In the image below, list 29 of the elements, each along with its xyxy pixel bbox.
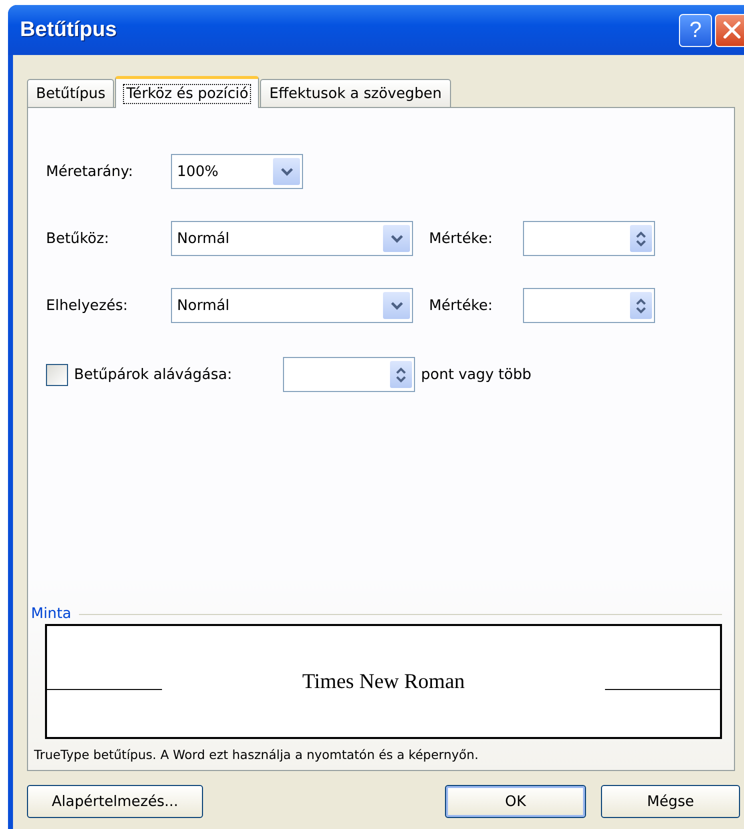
dropdown[interactable]: Normál bbox=[171, 288, 413, 323]
checkbox[interactable] bbox=[46, 364, 68, 386]
spinner-arrows-icon bbox=[630, 225, 652, 252]
unit-label: pont vagy több bbox=[421, 366, 532, 382]
window-title: Betűtípus bbox=[20, 18, 117, 42]
dialog-button[interactable]: Mégse bbox=[601, 785, 740, 818]
spin-field[interactable] bbox=[523, 288, 655, 323]
close-icon bbox=[720, 19, 742, 41]
group-label: Minta bbox=[31, 606, 72, 622]
font-note: TrueType betűtípus. A Word ezt használja a nyomtatón és a képernyőn. bbox=[34, 747, 480, 762]
sample-text: Times New Roman bbox=[302, 669, 465, 694]
tab[interactable]: Térköz és pozíció bbox=[115, 76, 260, 108]
tab[interactable]: Effektusok a szövegben bbox=[260, 79, 451, 107]
spin-field[interactable] bbox=[523, 221, 655, 256]
field-label: Betűköz: bbox=[46, 230, 110, 246]
amount-label: Mértéke: bbox=[429, 230, 494, 246]
amount-label: Mértéke: bbox=[429, 298, 494, 314]
scale-dropdown[interactable]: 100% bbox=[171, 154, 303, 189]
kerning-label: Betűpárok alávágása: bbox=[74, 366, 234, 382]
spin-field[interactable] bbox=[283, 357, 415, 392]
spinner-arrows-icon bbox=[630, 292, 652, 319]
dialog-button[interactable]: Alapértelmezés... bbox=[27, 785, 203, 818]
scale-label: Méretarány: bbox=[46, 164, 134, 180]
close-button[interactable] bbox=[715, 14, 744, 46]
dropdown[interactable]: Normál bbox=[171, 221, 413, 256]
tab[interactable]: Betűtípus bbox=[27, 79, 114, 107]
spinner-arrows-icon bbox=[390, 361, 412, 388]
field-label: Elhelyezés: bbox=[46, 298, 129, 314]
dialog-button[interactable]: OK bbox=[445, 785, 586, 818]
